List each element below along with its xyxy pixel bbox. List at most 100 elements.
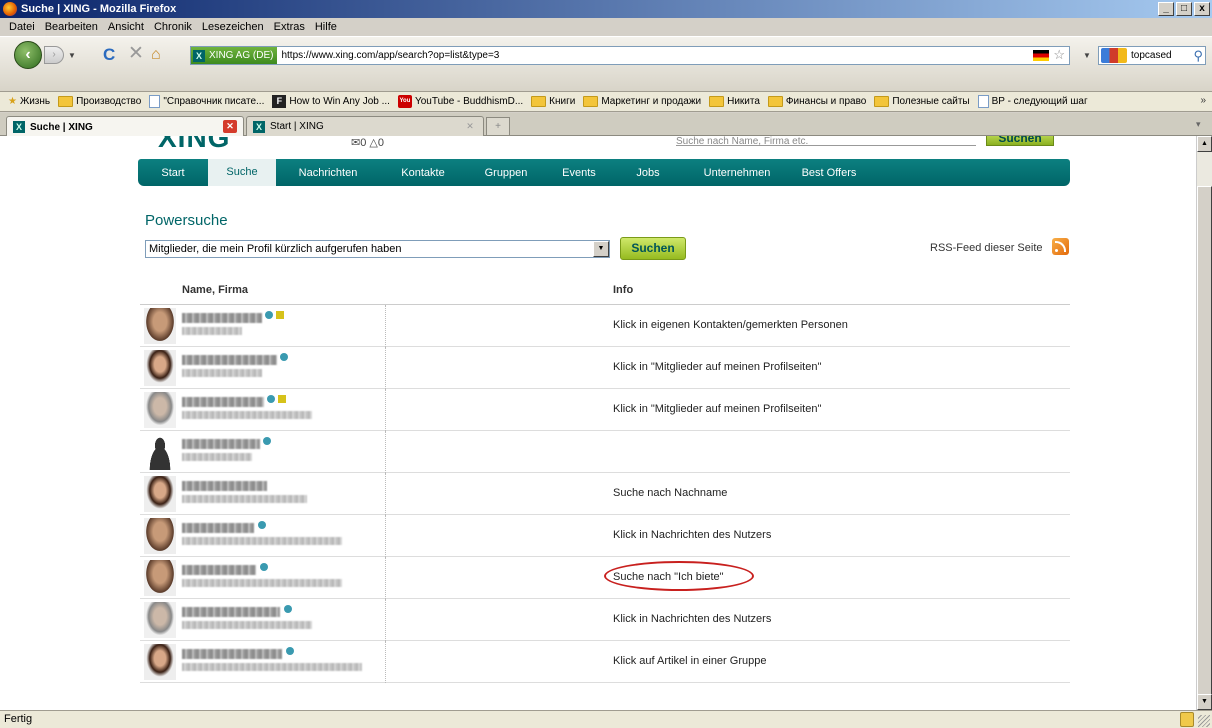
bookmark-item[interactable]: Производство [58, 96, 141, 107]
search-button[interactable]: Suchen [620, 237, 686, 260]
close-tab-icon[interactable]: ✕ [463, 120, 477, 133]
google-icon[interactable] [1101, 48, 1127, 63]
menu-datei[interactable]: Datei [4, 21, 40, 33]
minimize-button[interactable]: _ [1158, 2, 1174, 16]
table-row[interactable]: Klick auf Artikel in einer Gruppe [140, 641, 1070, 683]
scrollbar-thumb[interactable] [1197, 186, 1212, 706]
bookmark-item[interactable]: BP - следующий шаг [977, 95, 1088, 108]
premium-badge-icon [276, 311, 284, 319]
nav-jobs[interactable]: Jobs [612, 167, 684, 179]
scroll-up-icon[interactable]: ▲ [1197, 136, 1212, 152]
member-name-blurred[interactable] [182, 313, 262, 323]
maximize-button[interactable]: □ [1176, 2, 1192, 16]
stop-icon[interactable]: ✕ [128, 44, 144, 63]
window-title: Suche | XING - Mozilla Firefox [21, 3, 177, 15]
resize-grip[interactable] [1198, 715, 1210, 727]
url-text[interactable]: https://www.xing.com/app/search?op=list&… [281, 50, 499, 61]
table-row[interactable]: Klick in Nachrichten des Nutzers [140, 515, 1070, 557]
nav-best-offers[interactable]: Best Offers [790, 167, 868, 179]
tab-start[interactable]: X Start | XING ✕ [246, 116, 484, 136]
web-search-input[interactable]: topcased [1131, 50, 1172, 61]
close-tab-icon[interactable]: ✕ [223, 120, 237, 133]
top-search-input[interactable]: Suche nach Name, Firma etc. [676, 136, 976, 147]
avatar[interactable] [144, 476, 176, 512]
scroll-down-icon[interactable]: ▼ [1197, 694, 1212, 710]
member-name-blurred[interactable] [182, 607, 280, 617]
history-dropdown-icon[interactable]: ▼ [68, 51, 76, 60]
rss-feed-link[interactable]: RSS-Feed dieser Seite [930, 242, 1043, 254]
nav-kontakte[interactable]: Kontakte [380, 167, 466, 179]
xing-favicon-icon: X [253, 120, 265, 133]
bookmark-item[interactable]: ★ Жизнь [8, 96, 50, 107]
bookmark-item[interactable]: Полезные сайты [874, 96, 970, 107]
tab-list-icon[interactable]: ▾ [1196, 119, 1208, 133]
bookmark-item[interactable]: Маркетинг и продажи [583, 96, 701, 107]
avatar[interactable] [144, 308, 176, 344]
nav-unternehmen[interactable]: Unternehmen [684, 167, 790, 179]
web-search-box[interactable]: topcased ⚲ [1098, 46, 1206, 65]
padlock-icon[interactable] [1180, 712, 1194, 727]
nav-suche[interactable]: Suche [208, 159, 276, 186]
nav-gruppen[interactable]: Gruppen [466, 167, 546, 179]
nav-nachrichten[interactable]: Nachrichten [276, 167, 380, 179]
bookmark-item[interactable]: F How to Win Any Job ... [272, 95, 390, 108]
bookmark-item[interactable]: You YouTube - BuddhismD... [397, 95, 523, 108]
new-tab-button[interactable]: + [486, 117, 510, 135]
member-name-blurred[interactable] [182, 439, 260, 449]
bookmark-item[interactable]: Финансы и право [767, 96, 866, 107]
back-button[interactable]: ‹ [14, 41, 42, 69]
chevron-down-icon[interactable]: ▼ [593, 241, 609, 257]
table-row[interactable]: Suche nach "Ich biete" [140, 557, 1070, 599]
url-bar[interactable]: X XING AG (DE) https://www.xing.com/app/… [190, 46, 1070, 65]
avatar[interactable] [144, 644, 176, 680]
table-row[interactable] [140, 431, 1070, 473]
table-row[interactable]: Klick in Nachrichten des Nutzers [140, 599, 1070, 641]
vertical-scrollbar[interactable]: ▲ ▼ [1196, 136, 1212, 710]
search-type-select[interactable]: Mitglieder, die mein Profil kürzlich auf… [145, 240, 610, 258]
message-counts[interactable]: ✉0 △0 [351, 136, 384, 149]
bookmark-item[interactable]: "Справочник писате... [149, 95, 264, 108]
bookmark-item[interactable]: Книги [531, 96, 575, 107]
bookmark-item[interactable]: Никита [709, 96, 760, 107]
forward-button[interactable]: › [44, 46, 64, 64]
bookmark-star-icon[interactable]: ☆ [1053, 48, 1065, 62]
member-name-blurred[interactable] [182, 355, 277, 365]
table-row[interactable]: Klick in eigenen Kontakten/gemerkten Per… [140, 305, 1070, 347]
member-company-blurred [182, 579, 342, 587]
nav-events[interactable]: Events [546, 167, 612, 179]
info-text: Klick in "Mitglieder auf meinen Profilse… [613, 403, 822, 415]
table-row[interactable]: Klick in "Mitglieder auf meinen Profilse… [140, 347, 1070, 389]
site-identity-button[interactable]: X XING AG (DE) [191, 47, 278, 64]
search-icon[interactable]: ⚲ [1193, 48, 1203, 64]
menu-extras[interactable]: Extras [269, 21, 310, 33]
member-name-blurred[interactable] [182, 523, 254, 533]
home-icon[interactable]: ⌂ [151, 46, 161, 64]
avatar[interactable] [144, 602, 176, 638]
nav-start[interactable]: Start [138, 167, 208, 179]
member-name-blurred[interactable] [182, 565, 256, 575]
url-dropdown-icon[interactable]: ▼ [1083, 51, 1091, 60]
member-name-blurred[interactable] [182, 649, 282, 659]
menu-bearbeiten[interactable]: Bearbeiten [40, 21, 103, 33]
close-window-button[interactable]: x [1194, 2, 1210, 16]
member-company-blurred [182, 621, 312, 629]
avatar[interactable] [144, 560, 176, 596]
avatar[interactable] [144, 350, 176, 386]
avatar[interactable] [144, 434, 176, 470]
avatar[interactable] [144, 392, 176, 428]
xing-logo[interactable]: XING [158, 136, 230, 154]
chevron-right-icon[interactable]: » [1200, 95, 1206, 106]
avatar[interactable] [144, 518, 176, 554]
menu-ansicht[interactable]: Ansicht [103, 21, 149, 33]
member-name-blurred[interactable] [182, 397, 264, 407]
table-row[interactable]: Suche nach Nachname [140, 473, 1070, 515]
top-search-button[interactable]: Suchen [986, 136, 1054, 146]
menu-hilfe[interactable]: Hilfe [310, 21, 342, 33]
rss-icon[interactable] [1052, 238, 1069, 255]
member-name-blurred[interactable] [182, 481, 267, 491]
table-row[interactable]: Klick in "Mitglieder auf meinen Profilse… [140, 389, 1070, 431]
reload-icon[interactable]: C [103, 46, 115, 64]
menu-chronik[interactable]: Chronik [149, 21, 197, 33]
menu-lesezeichen[interactable]: Lesezeichen [197, 21, 269, 33]
tab-suche[interactable]: X Suche | XING ✕ [6, 116, 244, 137]
